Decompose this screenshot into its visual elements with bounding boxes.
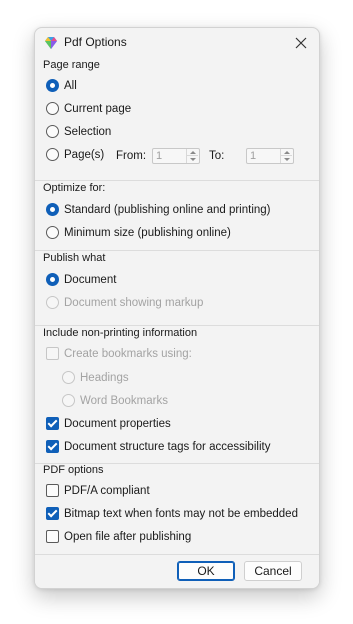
radio-indicator (62, 394, 75, 407)
radio-selection[interactable]: Selection (46, 125, 111, 138)
checkbox-label: Document properties (64, 417, 171, 430)
radio-indicator (46, 273, 59, 286)
from-label: From: (116, 150, 147, 162)
spinner-divider (187, 155, 198, 156)
gem-icon (45, 37, 57, 49)
non-printing-label: Include non-printing information (43, 327, 198, 339)
radio-label: Current page (64, 102, 132, 115)
button-bar: OK Cancel (35, 555, 319, 588)
radio-label: Word Bookmarks (80, 394, 168, 407)
divider (35, 180, 319, 181)
cancel-button[interactable]: Cancel (244, 561, 302, 581)
pdf-options-label: PDF options (43, 464, 104, 476)
radio-indicator (62, 371, 75, 384)
page-range-label: Page range (43, 59, 100, 71)
radio-indicator (46, 296, 59, 309)
optimize-for-label: Optimize for: (43, 182, 106, 194)
checkbox-indicator (46, 507, 59, 520)
spin-up-icon[interactable] (190, 151, 196, 154)
radio-label: Headings (80, 371, 129, 384)
checkbox-label: Bitmap text when fonts may not be embedd… (64, 507, 298, 520)
radio-indicator (46, 102, 59, 115)
radio-label: All (64, 79, 77, 92)
radio-label: Document (64, 273, 117, 286)
radio-all[interactable]: All (46, 79, 77, 92)
radio-label: Selection (64, 125, 112, 138)
from-spinner[interactable]: 1 (152, 148, 200, 164)
spinner-divider (281, 155, 292, 156)
checkbox-indicator (46, 417, 59, 430)
close-icon (295, 37, 307, 49)
spin-down-icon[interactable] (284, 158, 290, 161)
checkbox-bitmap-text[interactable]: Bitmap text when fonts may not be embedd… (46, 507, 298, 520)
radio-pages[interactable]: Page(s) (46, 148, 104, 161)
radio-word-bookmarks[interactable]: Word Bookmarks (62, 394, 168, 407)
divider (35, 250, 319, 251)
checkbox-indicator (46, 530, 59, 543)
checkbox-indicator (46, 347, 59, 360)
checkbox-open-after[interactable]: Open file after publishing (46, 530, 191, 543)
checkbox-label: Open file after publishing (64, 530, 192, 543)
checkbox-pdfa[interactable]: PDF/A compliant (46, 484, 150, 497)
radio-indicator (46, 203, 59, 216)
to-value: 1 (250, 150, 257, 162)
radio-standard[interactable]: Standard (publishing online and printing… (46, 203, 271, 216)
radio-indicator (46, 125, 59, 138)
radio-document-markup[interactable]: Document showing markup (46, 296, 203, 309)
spin-up-icon[interactable] (284, 151, 290, 154)
radio-indicator (46, 148, 59, 161)
checkbox-indicator (46, 484, 59, 497)
checkbox-create-bookmarks[interactable]: Create bookmarks using: (46, 347, 192, 360)
to-label: To: (209, 150, 225, 162)
radio-headings[interactable]: Headings (62, 371, 129, 384)
radio-current-page[interactable]: Current page (46, 102, 131, 115)
publish-what-label: Publish what (43, 252, 106, 264)
from-value: 1 (156, 150, 163, 162)
checkbox-label: Create bookmarks using: (64, 347, 192, 360)
radio-minimum-size[interactable]: Minimum size (publishing online) (46, 226, 231, 239)
spinner-arrows[interactable] (186, 149, 199, 163)
divider (35, 325, 319, 326)
checkbox-document-properties[interactable]: Document properties (46, 417, 171, 430)
ok-button[interactable]: OK (177, 561, 235, 581)
checkbox-structure-tags[interactable]: Document structure tags for accessibilit… (46, 440, 270, 453)
to-spinner[interactable]: 1 (246, 148, 294, 164)
checkbox-indicator (46, 440, 59, 453)
radio-indicator (46, 226, 59, 239)
window-title: Pdf Options (64, 35, 127, 49)
radio-label: Standard (publishing online and printing… (64, 203, 271, 216)
radio-label: Document showing markup (64, 296, 204, 309)
checkbox-label: PDF/A compliant (64, 484, 150, 497)
radio-label: Page(s) (64, 148, 105, 161)
pdf-options-dialog: Pdf Options Page range All Current page … (34, 27, 320, 589)
radio-label: Minimum size (publishing online) (64, 226, 231, 239)
spin-down-icon[interactable] (190, 158, 196, 161)
checkbox-label: Document structure tags for accessibilit… (64, 440, 271, 453)
spinner-arrows[interactable] (280, 149, 293, 163)
title-bar: Pdf Options (35, 28, 319, 58)
radio-indicator (46, 79, 59, 92)
close-button[interactable] (289, 31, 313, 55)
radio-document[interactable]: Document (46, 273, 116, 286)
